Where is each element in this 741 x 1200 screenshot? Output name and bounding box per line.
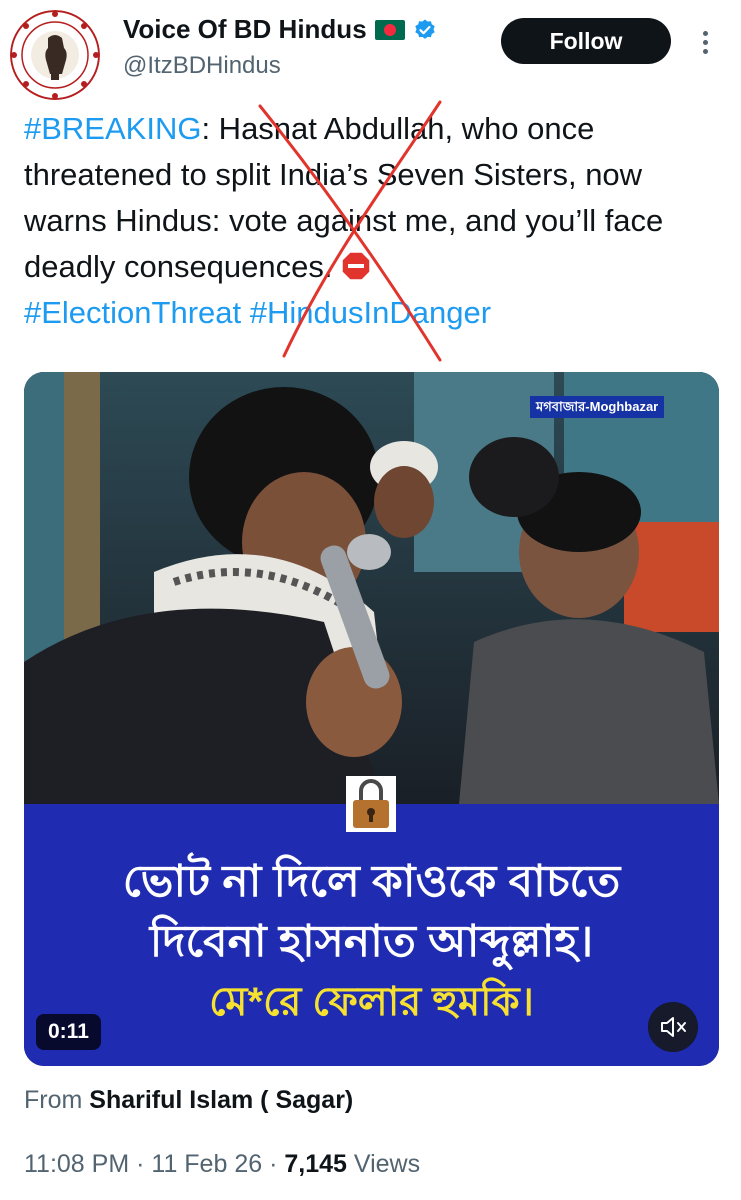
hashtag-hindus-in-danger[interactable]: #HindusInDanger	[250, 295, 491, 330]
location-tag: মগবাজার-Moghbazar	[530, 396, 665, 418]
video-frame-photo	[24, 372, 719, 804]
stop-sign-icon	[341, 251, 371, 281]
avatar-logo	[10, 10, 100, 100]
lock-icon	[346, 776, 396, 832]
avatar[interactable]	[10, 10, 100, 100]
name-row: Voice Of BD Hindus	[123, 14, 437, 45]
tweet-date[interactable]: 11 Feb 26	[151, 1150, 262, 1178]
mute-icon[interactable]	[648, 1002, 698, 1052]
display-name[interactable]: Voice Of BD Hindus	[123, 14, 367, 45]
video-caption-box: ভোট না দিলে কাওকে বাচতে দিবেনা হাসনাত আব…	[24, 804, 719, 1066]
caption-line-3: মে*রে ফেলার হুমকি।	[209, 980, 534, 1024]
more-options-icon[interactable]	[695, 28, 715, 56]
verified-badge-icon	[414, 19, 435, 39]
bangladesh-flag-icon	[374, 19, 405, 40]
tweet-time[interactable]: 11:08 PM	[24, 1150, 129, 1178]
handle[interactable]: @ItzBDHindus	[123, 52, 281, 80]
tweet-meta: 11:08 PM · 11 Feb 26 · 7,145 Views	[24, 1150, 420, 1179]
hashtag-election-threat[interactable]: #ElectionThreat	[24, 295, 241, 330]
tweet-header: Voice Of BD Hindus @ItzBDHindus Follow	[0, 0, 741, 100]
source-name[interactable]: Shariful Islam ( Sagar)	[89, 1086, 353, 1114]
tweet-text: #BREAKING: Hasnat Abdullah, who once thr…	[24, 106, 724, 336]
views-count: 7,145	[284, 1150, 347, 1178]
video-player[interactable]: মগবাজার-Moghbazar ভোট না দিলে কাওকে বাচত…	[24, 372, 719, 1066]
hashtag-breaking[interactable]: #BREAKING	[24, 111, 201, 146]
source-attribution: From Shariful Islam ( Sagar)	[24, 1086, 353, 1115]
meta-separator-1: ·	[136, 1150, 145, 1178]
video-duration: 0:11	[36, 1014, 101, 1050]
views-label: Views	[353, 1150, 421, 1178]
follow-button[interactable]: Follow	[501, 18, 671, 64]
meta-separator-2: ·	[269, 1150, 278, 1178]
source-prefix: From	[24, 1086, 83, 1114]
